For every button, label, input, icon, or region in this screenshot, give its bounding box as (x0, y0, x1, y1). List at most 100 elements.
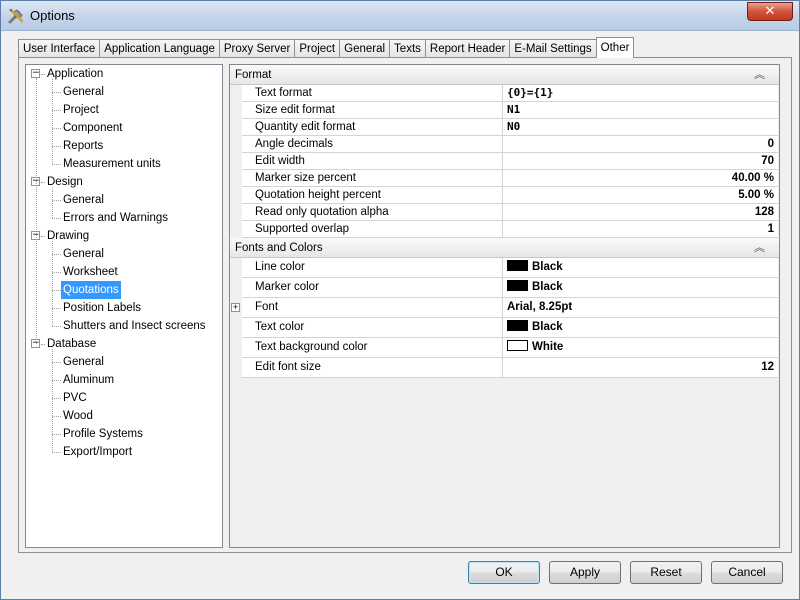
tree-item-project[interactable]: Project (61, 101, 101, 119)
tree-item-wood[interactable]: Wood (61, 407, 95, 425)
property-name-text: Quantity edit format (255, 121, 356, 133)
property-value[interactable]: Black (504, 278, 777, 297)
tab-texts[interactable]: Texts (389, 39, 426, 58)
property-row-line-color[interactable]: Line color Black (242, 258, 778, 278)
collapse-chevron-icon[interactable]: ︽ (754, 240, 765, 256)
tree-item-pvc[interactable]: PVC (61, 389, 89, 407)
property-value-text: N1 (507, 103, 521, 116)
tree-group-label: Application (47, 68, 104, 80)
property-name-text: Marker color (255, 281, 319, 293)
property-value[interactable]: Black (504, 318, 777, 337)
tree-item-quotations[interactable]: Quotations (61, 281, 121, 299)
property-row-text-format[interactable]: Text format {0}={1} (242, 85, 778, 102)
property-row-supported-overlap[interactable]: Supported overlap 1 (242, 221, 778, 238)
category-tree[interactable]: Application − General Project Component Repor… (25, 64, 223, 548)
category-fonts[interactable]: Fonts and Colors ︽ (230, 238, 779, 258)
tab-e-mail-settings[interactable]: E-Mail Settings (509, 39, 597, 58)
property-value[interactable]: N1 (504, 102, 777, 118)
property-name-text: Size edit format (255, 104, 335, 116)
tab-general[interactable]: General (339, 39, 391, 58)
property-name: Edit font size (242, 358, 503, 377)
property-value-text: 12 (761, 361, 774, 373)
property-value[interactable]: 128 (504, 204, 777, 220)
tree-connector (41, 236, 45, 237)
tree-item-component[interactable]: Component (61, 119, 124, 137)
property-value[interactable]: N0 (504, 119, 777, 135)
property-value[interactable]: Arial, 8.25pt (504, 298, 777, 317)
close-icon: ✕ (764, 4, 776, 19)
tab-application-language[interactable]: Application Language (99, 39, 220, 58)
property-row-edit-font-size[interactable]: Edit font size 12 (242, 358, 778, 378)
property-name-text: Text background color (255, 341, 368, 353)
tab-project[interactable]: Project (294, 39, 341, 58)
tree-connector (52, 92, 61, 93)
tree-connector (52, 272, 61, 273)
property-value[interactable]: 70 (504, 153, 777, 169)
property-name: Text color (242, 318, 503, 337)
property-name: Text format (242, 85, 503, 101)
tree-item-general[interactable]: General (61, 83, 106, 101)
property-value-text: N0 (507, 120, 521, 133)
property-value[interactable]: Black (504, 258, 777, 277)
property-value[interactable]: 40.00 % (504, 170, 777, 186)
tree-item-position-labels[interactable]: Position Labels (61, 299, 143, 317)
property-row-angle-decimals[interactable]: Angle decimals 0 (242, 136, 778, 153)
tree-group-design[interactable]: Design (45, 173, 85, 191)
expand-plus-icon[interactable]: + (231, 303, 240, 312)
property-row-marker-size-percent[interactable]: Marker size percent 40.00 % (242, 170, 778, 187)
tree-connector (52, 187, 53, 218)
tree-item-aluminum[interactable]: Aluminum (61, 371, 116, 389)
property-value[interactable]: 1 (504, 221, 777, 237)
property-row-read-only-quotation-alpha[interactable]: Read only quotation alpha 128 (242, 204, 778, 221)
tab-strip: User Interface Application Language Proxy … (18, 37, 635, 58)
title-bar[interactable]: Options ✕ (1, 1, 799, 31)
tree-item-errors-and-warnings[interactable]: Errors and Warnings (61, 209, 170, 227)
property-value[interactable]: White (504, 338, 777, 357)
tree-item-reports[interactable]: Reports (61, 137, 105, 155)
tree-item-export-import[interactable]: Export/Import (61, 443, 134, 461)
cancel-button[interactable]: Cancel (711, 561, 783, 584)
property-row-edit-width[interactable]: Edit width 70 (242, 153, 778, 170)
property-value[interactable]: 12 (504, 358, 777, 377)
collapse-toggle-icon[interactable]: − (31, 69, 40, 78)
property-row-font[interactable]: Font + Arial, 8.25pt (231, 298, 778, 318)
tree-item-general[interactable]: General (61, 245, 106, 263)
property-name: Marker size percent (242, 170, 503, 186)
close-button[interactable]: ✕ (747, 2, 793, 21)
apply-button[interactable]: Apply (549, 561, 621, 584)
tree-item-label: General (63, 194, 104, 206)
category-format[interactable]: Format ︽ (230, 65, 779, 85)
property-row-text-color[interactable]: Text color Black (242, 318, 778, 338)
tree-connector (52, 79, 53, 164)
property-value[interactable]: 0 (504, 136, 777, 152)
tree-item-measurement-units[interactable]: Measurement units (61, 155, 163, 173)
ok-button[interactable]: OK (468, 561, 540, 584)
tab-report-header[interactable]: Report Header (424, 39, 511, 58)
property-row-size-edit-format[interactable]: Size edit format N1 (242, 102, 778, 119)
tools-icon (8, 8, 24, 24)
tab-proxy-server[interactable]: Proxy Server (218, 39, 296, 58)
property-value[interactable]: {0}={1} (504, 85, 777, 101)
property-name: Edit width (242, 153, 503, 169)
color-swatch (507, 340, 528, 351)
property-name-text: Text format (255, 87, 312, 99)
property-row-quantity-edit-format[interactable]: Quantity edit format N0 (242, 119, 778, 136)
tree-item-profile-systems[interactable]: Profile Systems (61, 425, 145, 443)
reset-button[interactable]: Reset (630, 561, 702, 584)
property-value[interactable]: 5.00 % (504, 187, 777, 203)
tab-other[interactable]: Other (595, 37, 635, 58)
tree-item-general[interactable]: General (61, 191, 106, 209)
property-row-quotation-height-percent[interactable]: Quotation height percent 5.00 % (242, 187, 778, 204)
tree-connector (52, 218, 61, 219)
property-grid: Format ︽ Text format {0}={1} Size edit forma… (229, 64, 780, 548)
tab-user-interface[interactable]: User Interface (18, 39, 101, 58)
tree-item-worksheet[interactable]: Worksheet (61, 263, 120, 281)
collapse-chevron-icon[interactable]: ︽ (754, 67, 765, 83)
property-name-text: Text color (255, 321, 305, 333)
tree-group-application[interactable]: Application (45, 65, 105, 83)
category-title: Fonts and Colors (235, 242, 323, 254)
tree-item-shutters-and-insect-screens[interactable]: Shutters and Insect screens (61, 317, 208, 335)
property-row-text-background-color[interactable]: Text background color White (242, 338, 778, 358)
property-row-marker-color[interactable]: Marker color Black (242, 278, 778, 298)
tree-item-general[interactable]: General (61, 353, 106, 371)
